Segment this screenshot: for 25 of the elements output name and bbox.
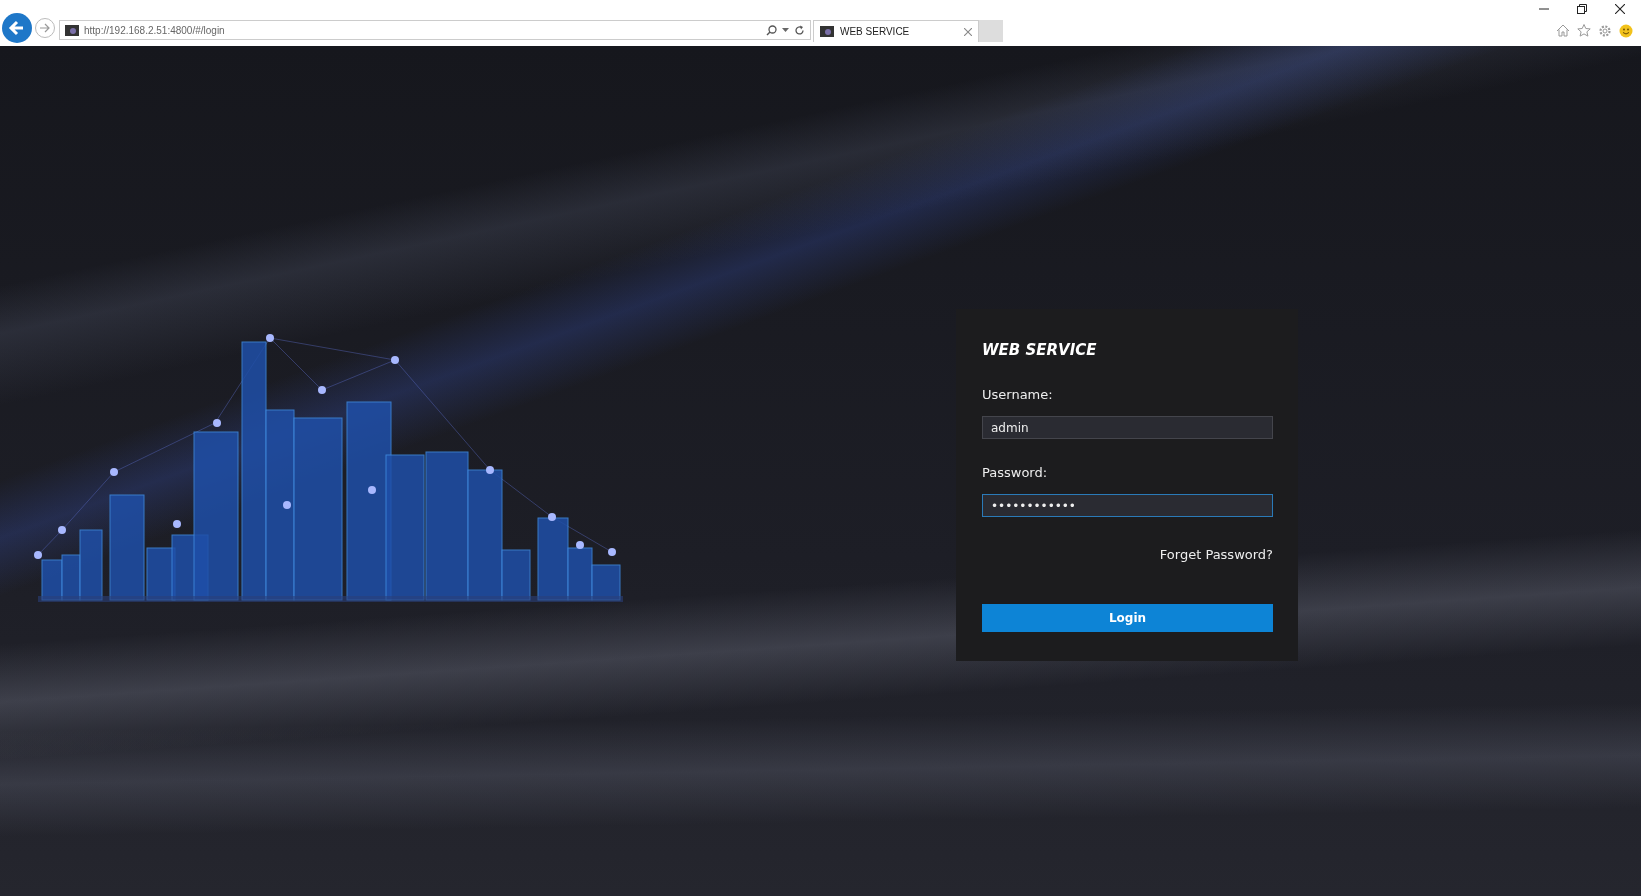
field-label: Username:: [982, 387, 1054, 402]
star-icon[interactable]: [1577, 24, 1591, 37]
home-icon[interactable]: [1556, 24, 1570, 37]
forward-button[interactable]: [35, 18, 55, 38]
page-icon: [820, 26, 834, 37]
login-button[interactable]: Login: [982, 604, 1273, 632]
dropdown-caret-icon[interactable]: [782, 27, 789, 33]
field-label: Password:: [982, 465, 1049, 480]
restore-icon[interactable]: [1577, 4, 1587, 14]
login-title: WEB SERVICE: [982, 341, 1098, 359]
address-bar[interactable]: http://192.168.2.51:4800/#/login: [59, 20, 811, 40]
smiley-icon[interactable]: [1619, 24, 1633, 38]
refresh-icon[interactable]: [794, 24, 805, 36]
forward-arrow-icon: [39, 22, 51, 34]
search-icon[interactable]: [766, 24, 777, 36]
forgot-password-link[interactable]: Forget Password?: [1159, 547, 1273, 562]
username-field[interactable]: admin: [982, 416, 1273, 439]
close-tab-icon[interactable]: [964, 27, 972, 36]
browser-tab[interactable]: WEB SERVICE: [813, 20, 979, 42]
password-field[interactable]: ••••••••••••: [982, 494, 1273, 517]
settings-icon[interactable]: [1598, 24, 1612, 38]
page-icon: [65, 24, 79, 36]
url-text: http://192.168.2.51:4800/#/login: [84, 24, 225, 36]
close-icon[interactable]: [1615, 4, 1625, 14]
back-button[interactable]: [2, 13, 32, 43]
